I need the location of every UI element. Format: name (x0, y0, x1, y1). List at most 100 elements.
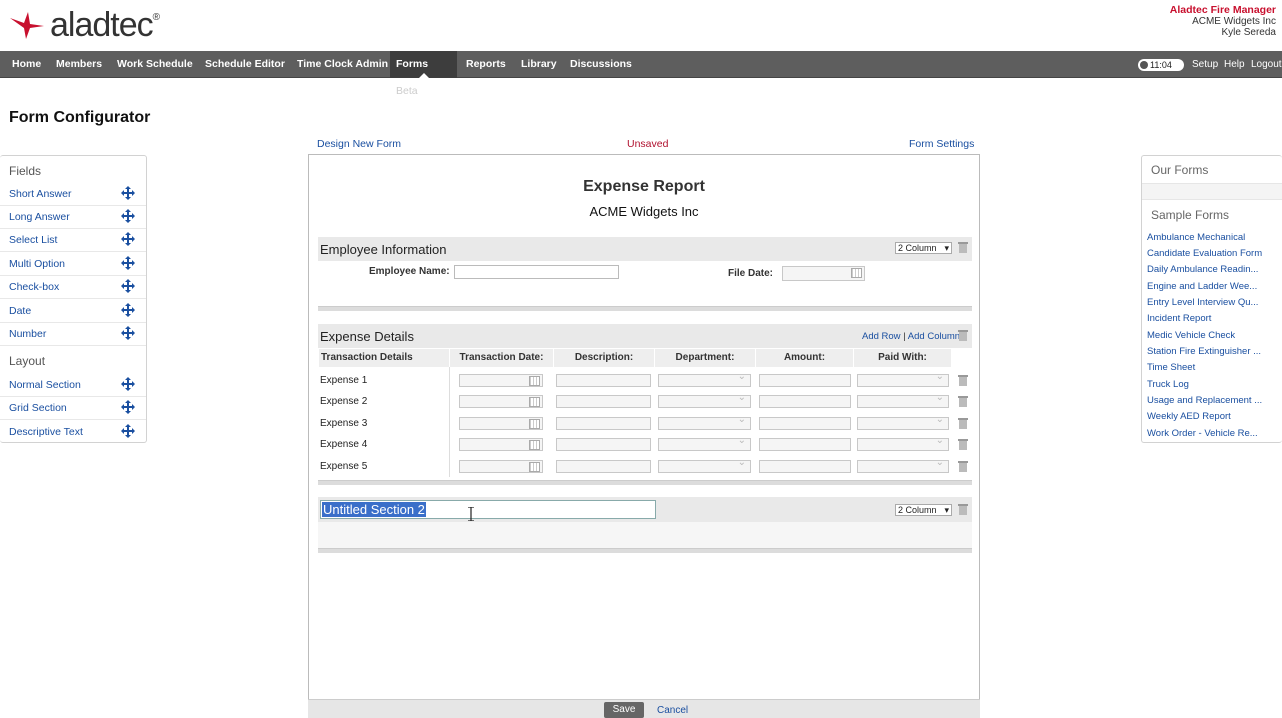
section-untitled[interactable]: Untitled Section 2 2 Column (318, 497, 972, 553)
department-select[interactable] (658, 414, 751, 430)
grid-row-label[interactable]: Expense 3 (320, 418, 367, 429)
sample-form-link[interactable]: Daily Ambulance Readin... (1147, 264, 1277, 275)
cancel-link[interactable]: Cancel (657, 705, 688, 716)
form-subtitle[interactable]: ACME Widgets Inc (309, 204, 979, 219)
move-icon[interactable] (121, 400, 135, 414)
nav-time-clock-admin[interactable]: Time Clock Admin (291, 51, 394, 78)
column-select[interactable]: 2 Column (895, 504, 952, 516)
transaction-date-input[interactable] (459, 395, 543, 408)
transaction-date-input[interactable] (459, 438, 543, 451)
field-long-answer[interactable]: Long Answer (0, 206, 146, 229)
sample-form-link[interactable]: Time Sheet (1147, 362, 1277, 373)
sample-form-link[interactable]: Weekly AED Report (1147, 411, 1277, 422)
nav-discussions[interactable]: Discussions (564, 51, 638, 78)
add-column-link[interactable]: Add Column (908, 331, 960, 342)
calendar-icon[interactable] (529, 440, 540, 450)
section-title[interactable]: Expense Details (320, 329, 414, 344)
trash-icon[interactable] (958, 418, 968, 429)
trash-icon[interactable] (958, 330, 968, 341)
description-input[interactable] (556, 460, 651, 473)
section-title[interactable]: Employee Information (320, 242, 446, 257)
amount-input[interactable] (759, 460, 851, 473)
nav-logout[interactable]: Logout (1251, 51, 1282, 78)
nav-setup[interactable]: Setup (1192, 51, 1218, 78)
calendar-icon[interactable] (851, 268, 862, 278)
nav-forms[interactable]: Forms Beta (390, 51, 457, 97)
nav-help[interactable]: Help (1224, 51, 1245, 78)
sample-form-link[interactable]: Candidate Evaluation Form (1147, 248, 1277, 259)
trash-icon[interactable] (958, 504, 968, 515)
field-check-box[interactable]: Check-box (0, 276, 146, 299)
layout-descriptive-text[interactable]: Descriptive Text (0, 421, 146, 444)
sample-form-link[interactable]: Entry Level Interview Qu... (1147, 297, 1277, 308)
layout-grid-section[interactable]: Grid Section (0, 397, 146, 420)
calendar-icon[interactable] (529, 397, 540, 407)
move-icon[interactable] (121, 232, 135, 246)
calendar-icon[interactable] (529, 376, 540, 386)
sample-form-link[interactable]: Medic Vehicle Check (1147, 330, 1277, 341)
grid-row-label[interactable]: Expense 2 (320, 396, 367, 407)
transaction-date-input[interactable] (459, 374, 543, 387)
layout-normal-section[interactable]: Normal Section (0, 374, 146, 397)
amount-input[interactable] (759, 417, 851, 430)
department-select[interactable] (658, 371, 751, 387)
transaction-date-input[interactable] (459, 460, 543, 473)
form-settings-link[interactable]: Form Settings (909, 138, 974, 150)
sample-form-link[interactable]: Truck Log (1147, 379, 1277, 390)
field-number[interactable]: Number (0, 323, 146, 346)
section-employee-information[interactable]: Employee Information 2 Column Employee N… (318, 237, 972, 313)
column-select[interactable]: 2 Column (895, 242, 952, 254)
paid-with-select[interactable] (857, 457, 949, 473)
save-button[interactable]: Save (604, 702, 644, 718)
sample-form-link[interactable]: Engine and Ladder Wee... (1147, 281, 1277, 292)
nav-members[interactable]: Members (50, 51, 108, 78)
transaction-date-input[interactable] (459, 417, 543, 430)
move-icon[interactable] (121, 186, 135, 200)
section-title-input[interactable]: Untitled Section 2 (320, 500, 656, 519)
sample-form-link[interactable]: Station Fire Extinguisher ... (1147, 346, 1277, 357)
amount-input[interactable] (759, 374, 851, 387)
trash-icon[interactable] (958, 375, 968, 386)
field-short-answer[interactable]: Short Answer (0, 183, 146, 206)
calendar-icon[interactable] (529, 462, 540, 472)
time-clock-badge[interactable]: 11:04 (1138, 59, 1184, 71)
field-date[interactable]: Date (0, 300, 146, 323)
trash-icon[interactable] (958, 439, 968, 450)
trash-icon[interactable] (958, 396, 968, 407)
grid-row-label[interactable]: Expense 1 (320, 375, 367, 386)
trash-icon[interactable] (958, 242, 968, 253)
paid-with-select[interactable] (857, 435, 949, 451)
nav-library[interactable]: Library (515, 51, 563, 78)
field-select-list[interactable]: Select List (0, 229, 146, 252)
sample-form-link[interactable]: Work Order - Vehicle Re... (1147, 428, 1277, 439)
move-icon[interactable] (121, 279, 135, 293)
department-select[interactable] (658, 392, 751, 408)
move-icon[interactable] (121, 256, 135, 270)
description-input[interactable] (556, 438, 651, 451)
department-select[interactable] (658, 435, 751, 451)
employee-name-input[interactable] (454, 265, 619, 279)
amount-input[interactable] (759, 438, 851, 451)
description-input[interactable] (556, 417, 651, 430)
move-icon[interactable] (121, 326, 135, 340)
nav-schedule-editor[interactable]: Schedule Editor (199, 51, 291, 78)
grid-row-label[interactable]: Expense 4 (320, 439, 367, 450)
move-icon[interactable] (121, 303, 135, 317)
move-icon[interactable] (121, 377, 135, 391)
amount-input[interactable] (759, 395, 851, 408)
field-multi-option[interactable]: Multi Option (0, 253, 146, 276)
file-date-input[interactable] (782, 266, 865, 281)
sample-form-link[interactable]: Ambulance Mechanical (1147, 232, 1277, 243)
sample-form-link[interactable]: Usage and Replacement ... (1147, 395, 1277, 406)
paid-with-select[interactable] (857, 392, 949, 408)
sample-form-link[interactable]: Incident Report (1147, 313, 1277, 324)
paid-with-select[interactable] (857, 371, 949, 387)
our-forms-heading[interactable]: Our Forms (1151, 163, 1208, 177)
department-select[interactable] (658, 457, 751, 473)
nav-work-schedule[interactable]: Work Schedule (111, 51, 199, 78)
add-row-link[interactable]: Add Row (862, 331, 901, 342)
trash-icon[interactable] (958, 461, 968, 472)
paid-with-select[interactable] (857, 414, 949, 430)
nav-reports[interactable]: Reports (460, 51, 512, 78)
nav-home[interactable]: Home (6, 51, 47, 78)
